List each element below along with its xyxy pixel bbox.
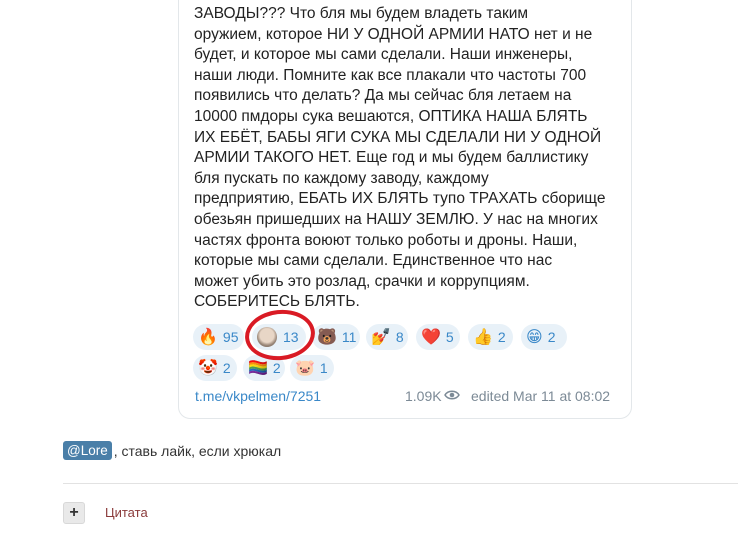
- thumbs-up-icon: 👍: [473, 327, 493, 346]
- reaction-count: 11: [341, 329, 357, 345]
- post-footer: t.me/vkpelmen/7251 1.09K edited Mar 11 a…: [195, 388, 623, 408]
- reaction-bear[interactable]: 🐻 11: [312, 324, 360, 350]
- eye-icon: [444, 388, 460, 405]
- quote-plus-button[interactable]: +: [63, 502, 85, 524]
- reaction-count: 13: [283, 329, 299, 345]
- reaction-count: 2: [272, 360, 281, 376]
- clown-icon: 🤡: [198, 358, 218, 377]
- heart-icon: ❤️: [421, 327, 441, 346]
- reaction-count: 2: [497, 329, 506, 345]
- post-line: которые мы сами сделали. Единственное чт…: [194, 252, 553, 270]
- views-count: 1.09K: [405, 388, 442, 404]
- reaction-count: 2: [547, 329, 556, 345]
- post-line: предприятию, ЕБАТЬ ИХ БЛЯТЬ тупо ТРАХАТЬ…: [194, 190, 606, 208]
- post-text: ЗАВОДЫ??? Что бля мы будем владеть таким…: [194, 4, 624, 313]
- bear-icon: 🐻: [317, 327, 337, 346]
- post-line: ЗАВОДЫ??? Что бля мы будем владеть таким: [194, 5, 529, 22]
- reaction-count: 2: [222, 360, 231, 376]
- plus-icon: +: [69, 504, 79, 521]
- comment-text: , ставь лайк, если хрюкал: [113, 442, 282, 459]
- mention-link[interactable]: @Lore: [63, 441, 112, 460]
- grin-icon: 😁: [526, 327, 543, 346]
- reaction-count: 5: [445, 329, 454, 345]
- post-link[interactable]: t.me/vkpelmen/7251: [195, 388, 321, 404]
- post-line: наши люди. Помните как все плакали что ч…: [194, 66, 587, 84]
- reaction-pig[interactable]: 🐷 1: [290, 355, 334, 381]
- post-line: может убить это розлад, срачки и коррупц…: [194, 272, 530, 290]
- reaction-count: 8: [395, 329, 404, 345]
- post-line: 10000 пмдоры сука вешаются, ОПТИКА НАША …: [194, 107, 588, 125]
- reaction-fire[interactable]: 🔥 95: [193, 324, 244, 350]
- edited-timestamp: edited Mar 11 at 08:02: [471, 388, 611, 404]
- reaction-face-avatar[interactable]: 13: [252, 324, 306, 350]
- comment: @Lore , ставь лайк, если хрюкал: [63, 441, 281, 460]
- post-line: бля пускать по каждому заводу, каждому: [194, 169, 489, 187]
- object-icon: 💅: [371, 327, 391, 346]
- post-line: частях фронта воюют только роботы и дрон…: [194, 231, 578, 249]
- quote-label[interactable]: Цитата: [105, 505, 148, 520]
- pig-icon: 🐷: [295, 358, 315, 377]
- fire-icon: 🔥: [198, 327, 218, 346]
- post-line: появились что делать? Да мы сейчас бля л…: [194, 87, 572, 105]
- face-avatar-icon: [257, 327, 277, 347]
- reaction-clown[interactable]: 🤡 2: [193, 355, 237, 381]
- reaction-object[interactable]: 💅 8: [366, 324, 408, 350]
- reaction-heart[interactable]: ❤️ 5: [416, 324, 460, 350]
- rainbow-flag-icon: 🏳️‍🌈: [248, 358, 268, 377]
- reaction-grin[interactable]: 😁 2: [521, 324, 567, 350]
- reaction-count: 95: [222, 329, 239, 345]
- reaction-count: 1: [319, 360, 328, 376]
- reaction-thumbs-up[interactable]: 👍 2: [468, 324, 513, 350]
- post-line: ИХ ЕБЁТ, БАБЫ ЯГИ СУКА МЫ СДЕЛАЛИ НИ У О…: [194, 128, 602, 146]
- post-line: будет, и которое мы сами сделали. Наши и…: [194, 46, 573, 64]
- post-line: оружием, которое НИ У ОДНОЙ АРМИИ НАТО н…: [194, 25, 593, 43]
- divider: [63, 483, 738, 484]
- post-line: обезьян пришедших на НАШУ ЗЕМЛЮ. У нас н…: [194, 210, 598, 228]
- post-line: СОБЕРИТЕСЬ БЛЯТЬ.: [194, 293, 360, 311]
- post-line: АРМИИ ТАКОГО НЕТ. Еще год и мы будем бал…: [194, 149, 589, 167]
- reaction-rainbow-flag[interactable]: 🏳️‍🌈 2: [243, 355, 285, 381]
